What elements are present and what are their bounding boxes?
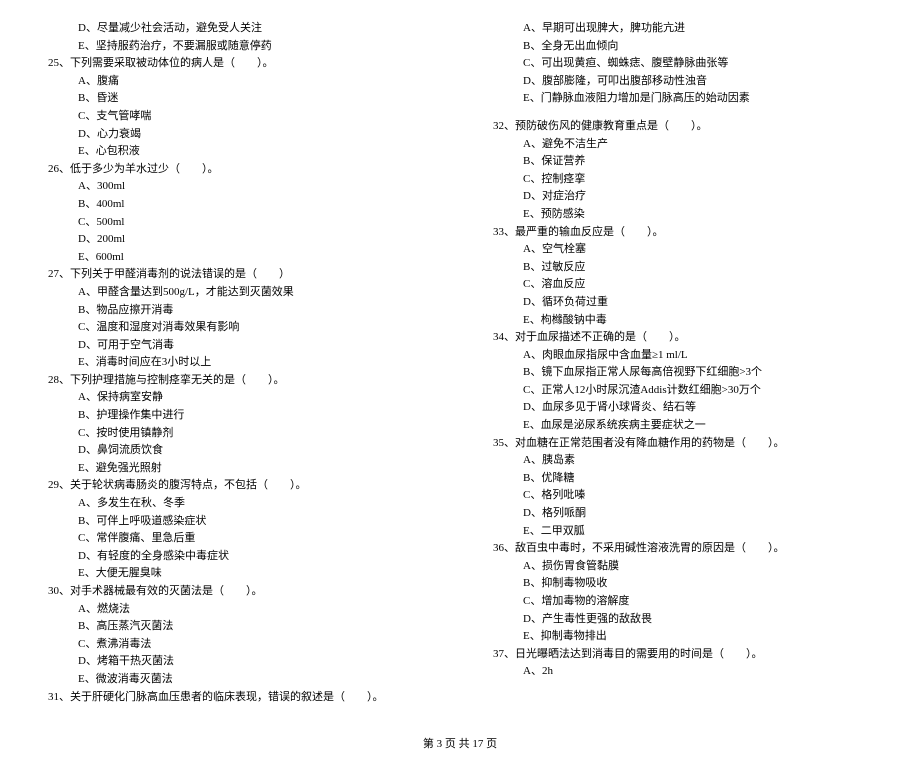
option: D、产生毒性更强的敌敌畏	[485, 611, 880, 629]
option: E、预防感染	[485, 206, 880, 224]
option: C、溶血反应	[485, 276, 880, 294]
option: C、正常人12小时尿沉渣Addis计数红细胞>30万个	[485, 382, 880, 400]
option: A、甲醛含量达到500g/L，才能达到灭菌效果	[40, 284, 435, 302]
question-30: 30、对手术器械最有效的灭菌法是（ ）。	[40, 583, 435, 601]
question-29: 29、关于轮状病毒肠炎的腹泻特点，不包括（ ）。	[40, 477, 435, 495]
question-32: 32、预防破伤风的健康教育重点是（ ）。	[485, 118, 880, 136]
question-26: 26、低于多少为羊水过少（ ）。	[40, 161, 435, 179]
option: D、烤箱干热灭菌法	[40, 653, 435, 671]
option: B、昏迷	[40, 90, 435, 108]
question-37: 37、日光曝晒法达到消毒目的需要用的时间是（ ）。	[485, 646, 880, 664]
option: C、煮沸消毒法	[40, 636, 435, 654]
option: E、血尿是泌尿系统疾病主要症状之一	[485, 417, 880, 435]
question-36: 36、敌百虫中毒时，不采用碱性溶液洗胃的原因是（ ）。	[485, 540, 880, 558]
option: D、循环负荷过重	[485, 294, 880, 312]
option: E、大便无腥臭味	[40, 565, 435, 583]
option: E、心包积液	[40, 143, 435, 161]
option: E、二甲双胍	[485, 523, 880, 541]
option: A、早期可出现脾大，脾功能亢进	[485, 20, 880, 38]
option: D、鼻饲流质饮食	[40, 442, 435, 460]
option: E、抑制毒物排出	[485, 628, 880, 646]
option: E、消毒时间应在3小时以上	[40, 354, 435, 372]
question-34: 34、对于血尿描述不正确的是（ ）。	[485, 329, 880, 347]
option: B、400ml	[40, 196, 435, 214]
option: D、心力衰竭	[40, 126, 435, 144]
option: D、200ml	[40, 231, 435, 249]
option: B、全身无出血倾向	[485, 38, 880, 56]
option: B、护理操作集中进行	[40, 407, 435, 425]
option: C、格列吡嗪	[485, 487, 880, 505]
option: A、燃烧法	[40, 601, 435, 619]
question-25: 25、下列需要采取被动体位的病人是（ ）。	[40, 55, 435, 73]
option: D、可用于空气消毒	[40, 337, 435, 355]
left-column: D、尽量减少社会活动，避免受人关注 E、坚持服药治疗，不要漏服或随意停药 25、…	[40, 20, 435, 706]
option: E、避免强光照射	[40, 460, 435, 478]
question-33: 33、最严重的输血反应是（ ）。	[485, 224, 880, 242]
question-27: 27、下列关于甲醛消毒剂的说法错误的是（ ）	[40, 266, 435, 284]
option: B、优降糖	[485, 470, 880, 488]
page-footer: 第 3 页 共 17 页	[40, 736, 880, 754]
option: A、300ml	[40, 178, 435, 196]
option: B、保证营养	[485, 153, 880, 171]
option: C、控制痉挛	[485, 171, 880, 189]
option: A、保持病室安静	[40, 389, 435, 407]
option: B、过敏反应	[485, 259, 880, 277]
option: C、增加毒物的溶解度	[485, 593, 880, 611]
option: C、常伴腹痛、里急后重	[40, 530, 435, 548]
option: D、腹部膨隆，可叩出腹部移动性浊音	[485, 73, 880, 91]
option: E、坚持服药治疗，不要漏服或随意停药	[40, 38, 435, 56]
option: E、枸橼酸钠中毒	[485, 312, 880, 330]
question-35: 35、对血糖在正常范围者没有降血糖作用的药物是（ ）。	[485, 435, 880, 453]
question-31: 31、关于肝硬化门脉高血压患者的临床表现，错误的叙述是（ ）。	[40, 689, 435, 707]
option: B、镜下血尿指正常人尿每高倍视野下红细胞>3个	[485, 364, 880, 382]
option: A、避免不洁生产	[485, 136, 880, 154]
option: A、空气栓塞	[485, 241, 880, 259]
option: C、可出现黄疸、蜘蛛痣、腹壁静脉曲张等	[485, 55, 880, 73]
option: D、有轻度的全身感染中毒症状	[40, 548, 435, 566]
option: E、微波消毒灭菌法	[40, 671, 435, 689]
option: A、腹痛	[40, 73, 435, 91]
option: A、损伤胃食管黏膜	[485, 558, 880, 576]
option: E、600ml	[40, 249, 435, 267]
option: D、格列哌酮	[485, 505, 880, 523]
option: B、可伴上呼吸道感染症状	[40, 513, 435, 531]
option: D、对症治疗	[485, 188, 880, 206]
option: B、物品应擦开消毒	[40, 302, 435, 320]
option: A、2h	[485, 663, 880, 681]
option: D、血尿多见于肾小球肾炎、结石等	[485, 399, 880, 417]
option: B、抑制毒物吸收	[485, 575, 880, 593]
question-28: 28、下列护理措施与控制痉挛无关的是（ ）。	[40, 372, 435, 390]
option: A、多发生在秋、冬季	[40, 495, 435, 513]
option: B、高压蒸汽灭菌法	[40, 618, 435, 636]
option: D、尽量减少社会活动，避免受人关注	[40, 20, 435, 38]
option: C、500ml	[40, 214, 435, 232]
option: C、按时使用镇静剂	[40, 425, 435, 443]
option: E、门静脉血液阻力增加是门脉高压的始动因素	[485, 90, 880, 108]
option: A、胰岛素	[485, 452, 880, 470]
option: A、肉眼血尿指尿中含血量≥1 ml/L	[485, 347, 880, 365]
option: C、支气管哮喘	[40, 108, 435, 126]
right-column: A、早期可出现脾大，脾功能亢进 B、全身无出血倾向 C、可出现黄疸、蜘蛛痣、腹壁…	[485, 20, 880, 706]
option: C、温度和湿度对消毒效果有影响	[40, 319, 435, 337]
